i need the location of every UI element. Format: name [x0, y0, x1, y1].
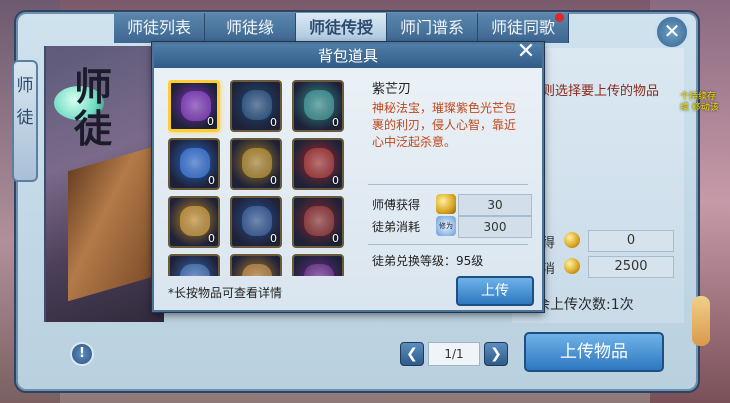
art-title: 师徒: [74, 64, 113, 151]
chevron-left-icon: ❮: [406, 346, 418, 362]
side-note: 个持续存续 移动该: [680, 92, 719, 113]
prev-page-button[interactable]: ❮: [400, 342, 424, 366]
item-slot[interactable]: 0: [230, 196, 282, 248]
apprentice-cost-label: 徒弟消耗: [372, 220, 421, 234]
item-icon: [180, 264, 210, 276]
close-window-button[interactable]: ✕: [655, 15, 689, 49]
guqin-illustration: [68, 144, 160, 302]
item-slot[interactable]: [230, 254, 282, 276]
item-count: 0: [332, 116, 339, 129]
notification-dot: [555, 13, 564, 22]
stat-value: 0: [588, 230, 674, 252]
item-count: 0: [332, 174, 339, 187]
tab-sect-lineage[interactable]: 师门谱系: [387, 13, 478, 43]
tab-master-fate[interactable]: 师徒缘: [205, 13, 296, 43]
close-icon: ✕: [663, 19, 681, 43]
apprentice-cost-row: 徒弟消耗 修为 300: [372, 216, 532, 238]
master-gain-row: 师傅获得 30: [372, 194, 532, 216]
item-icon: [242, 206, 272, 236]
divider: [368, 244, 528, 245]
tab-master-list[interactable]: 师徒列表: [114, 13, 205, 43]
coin-icon: [436, 194, 456, 214]
item-count: 0: [207, 115, 214, 128]
close-icon: ✕: [516, 39, 536, 64]
item-icon: [242, 264, 272, 276]
page-indicator: 1/1: [428, 342, 480, 366]
item-slot[interactable]: 变换: [292, 254, 344, 276]
sidebar-label: 师徒: [12, 60, 38, 182]
item-icon: [304, 148, 334, 178]
item-slot[interactable]: 0: [168, 138, 220, 190]
item-icon: [304, 206, 334, 236]
item-slot[interactable]: 0: [292, 196, 344, 248]
item-count: 0: [208, 232, 215, 245]
exchange-level: 徒弟兑换等级：95级: [372, 254, 484, 268]
item-slot[interactable]: 0: [292, 138, 344, 190]
item-slot[interactable]: 0: [230, 138, 282, 190]
item-slot[interactable]: 0: [168, 196, 220, 248]
coin-icon: [564, 232, 580, 248]
upload-button[interactable]: 上传: [456, 276, 534, 306]
item-slot[interactable]: 0: [292, 80, 344, 132]
item-icon: [304, 90, 334, 120]
tab-master-song-label: 师徒同歌: [490, 18, 555, 37]
remaining-upload-count: 余上传次数:1次: [536, 297, 634, 313]
item-count: 0: [270, 174, 277, 187]
item-icon: [180, 148, 210, 178]
long-press-hint: *长按物品可查看详情: [168, 286, 283, 300]
apprentice-cost-value: 300: [458, 216, 532, 238]
item-grid: 0 0 0 0 0 0 0 0 0 变换: [168, 80, 354, 276]
cultivation-icon: 修为: [436, 216, 456, 236]
item-count: 0: [270, 116, 277, 129]
tab-master-teaching[interactable]: 师徒传授: [296, 13, 387, 43]
item-icon: [180, 206, 210, 236]
item-icon: [304, 264, 334, 276]
item-name: 紫芒刃: [372, 82, 412, 97]
info-button[interactable]: !: [70, 342, 94, 366]
master-gain-value: 30: [458, 194, 532, 216]
item-icon: [242, 90, 272, 120]
stat-value: 2500: [588, 256, 674, 278]
popup-title: 背包道具: [154, 44, 542, 68]
popup-close-button[interactable]: ✕: [514, 40, 538, 64]
item-slot[interactable]: [168, 254, 220, 276]
divider: [368, 184, 528, 185]
chevron-right-icon: ❯: [490, 346, 502, 362]
item-icon: [242, 148, 272, 178]
lantern-decoration: [692, 296, 710, 346]
master-gain-label: 师傅获得: [372, 198, 421, 212]
select-item-hint: 则选择要上传的物品: [542, 84, 660, 99]
item-count: 0: [208, 174, 215, 187]
item-slot[interactable]: 0: [230, 80, 282, 132]
coin-icon: [564, 258, 580, 274]
item-count: 0: [332, 232, 339, 245]
info-icon: !: [79, 346, 85, 361]
next-page-button[interactable]: ❯: [484, 342, 508, 366]
upload-item-button[interactable]: 上传物品: [524, 332, 664, 372]
tab-bar: 师徒列表 师徒缘 师徒传授 师门谱系 师徒同歌: [114, 13, 569, 43]
item-count: 0: [270, 232, 277, 245]
item-slot[interactable]: 0: [168, 80, 220, 132]
bag-items-popup: 背包道具 ✕ 0 0 0 0 0 0 0 0 0 变换 *长按物品可查看详情 紫芒刃 神秘法宝，璀…: [152, 40, 544, 312]
item-description: 神秘法宝，璀璨紫色光芒包裹的利刃，侵人心智，靠近心中泛起杀意。: [372, 101, 517, 149]
